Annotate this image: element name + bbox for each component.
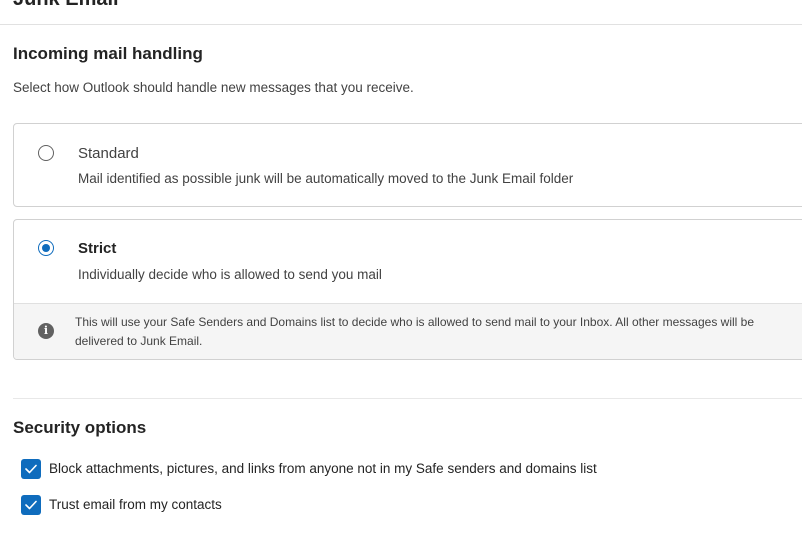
standard-radio-button[interactable] (38, 145, 54, 161)
trust-contacts-checkbox[interactable] (21, 495, 41, 515)
junk-email-settings-page: Junk Email Incoming mail handling Select… (0, 0, 802, 549)
strict-option-title: Strict (78, 240, 117, 257)
option-standard[interactable]: Standard Mail identified as possible jun… (13, 123, 802, 207)
radio-selected-dot (42, 244, 50, 252)
page-title: Junk Email (13, 0, 119, 11)
strict-info-text: This will use your Safe Senders and Doma… (75, 315, 755, 348)
block-attachments-checkbox[interactable] (21, 459, 41, 479)
divider (0, 24, 802, 25)
security-options-heading: Security options (13, 418, 147, 437)
standard-option-title: Standard (78, 145, 139, 162)
incoming-mail-description: Select how Outlook should handle new mes… (13, 80, 414, 95)
strict-option-description: Individually decide who is allowed to se… (78, 267, 382, 282)
block-attachments-label: Block attachments, pictures, and links f… (49, 461, 597, 476)
info-icon: i (38, 323, 54, 339)
checkmark-icon (25, 500, 37, 510)
option-strict[interactable]: Strict Individually decide who is allowe… (13, 219, 802, 360)
strict-radio-button[interactable] (38, 240, 54, 256)
checkmark-icon (25, 464, 37, 474)
incoming-mail-heading: Incoming mail handling (13, 44, 203, 63)
trust-contacts-label: Trust email from my contacts (49, 497, 222, 512)
standard-option-description: Mail identified as possible junk will be… (78, 171, 574, 186)
strict-info-panel: i This will use your Safe Senders and Do… (14, 303, 802, 359)
divider (13, 398, 802, 399)
